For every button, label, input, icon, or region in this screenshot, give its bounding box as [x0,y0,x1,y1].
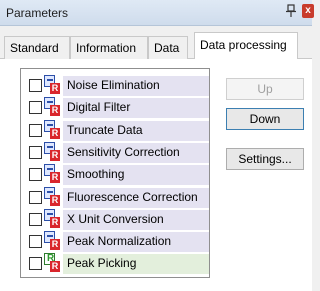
item-checkbox[interactable] [29,101,42,115]
list-item[interactable]: R Sensitivity Correction [29,141,209,163]
blue-document-icon: R [44,231,64,251]
blue-document-icon: R [44,119,64,140]
r-badge-icon: R [50,127,60,139]
tab-data[interactable]: Data [148,36,188,59]
pin-icon[interactable] [286,4,296,18]
list-item[interactable]: R Fluorescence Correction [29,186,209,208]
item-label: X Unit Conversion [67,211,164,226]
item-checkbox[interactable] [29,190,42,204]
processing-list[interactable]: R Noise Elimination R Digital Filter R Trunca… [20,68,210,278]
blue-document-icon: R [44,75,64,95]
item-label: Digital Filter [67,100,131,115]
tab-data-processing[interactable]: Data processing [194,32,298,60]
item-checkbox[interactable] [29,79,42,92]
blue-document-icon: R [44,208,64,229]
r-badge-icon: R [50,239,60,251]
list-item[interactable]: R Peak Normalization [29,231,209,253]
item-checkbox[interactable] [29,257,42,271]
item-label: Fluorescence Correction [67,189,198,204]
window-title: Parameters [6,6,69,20]
item-checkbox[interactable] [29,145,42,159]
down-button[interactable]: Down [226,108,304,130]
item-label: Sensitivity Correction [67,144,180,159]
list-item[interactable]: R Noise Elimination [29,75,209,96]
item-label: Smoothing [67,167,125,182]
r-badge-icon: R [50,149,60,161]
r-badge-icon: R [50,194,60,206]
parameters-window: Parameters x Standard Information Data D… [0,0,314,291]
tab-standard[interactable]: Standard [4,36,70,59]
item-checkbox[interactable] [29,212,42,226]
blue-document-icon: R [44,97,64,117]
list-item[interactable]: R Truncate Data [29,119,209,141]
item-label: Truncate Data [67,122,143,137]
list-item[interactable]: R Digital Filter [29,97,209,119]
green-document-icon: RR [44,253,64,273]
item-checkbox[interactable] [29,235,42,249]
settings-button[interactable]: Settings... [226,148,304,170]
item-checkbox[interactable] [29,123,42,137]
blue-document-icon: R [44,164,64,184]
r-badge-icon: R [50,216,60,228]
r-badge-icon: R [50,261,60,273]
tab-strip: Standard Information Data Data processin… [0,26,312,60]
blue-document-icon: R [44,186,64,207]
r-badge-icon: R [50,105,60,117]
r-badge-icon: R [50,83,60,94]
blue-document-icon: R [44,141,64,162]
list-item[interactable]: R R Peak Picking [29,253,209,275]
tab-information[interactable]: Information [70,36,148,59]
item-label: Peak Picking [67,256,137,271]
item-checkbox[interactable] [29,168,42,182]
close-icon[interactable]: x [302,4,314,18]
r-badge-icon: R [50,172,60,184]
item-label: Noise Elimination [67,78,160,92]
list-item[interactable]: R X Unit Conversion [29,208,209,230]
up-button[interactable]: Up [226,78,304,100]
item-label: Peak Normalization [67,234,172,249]
list-item[interactable]: R Smoothing [29,164,209,186]
title-bar: Parameters x [0,0,314,26]
data-processing-panel: R Noise Elimination R Digital Filter R Trunca… [0,59,312,291]
